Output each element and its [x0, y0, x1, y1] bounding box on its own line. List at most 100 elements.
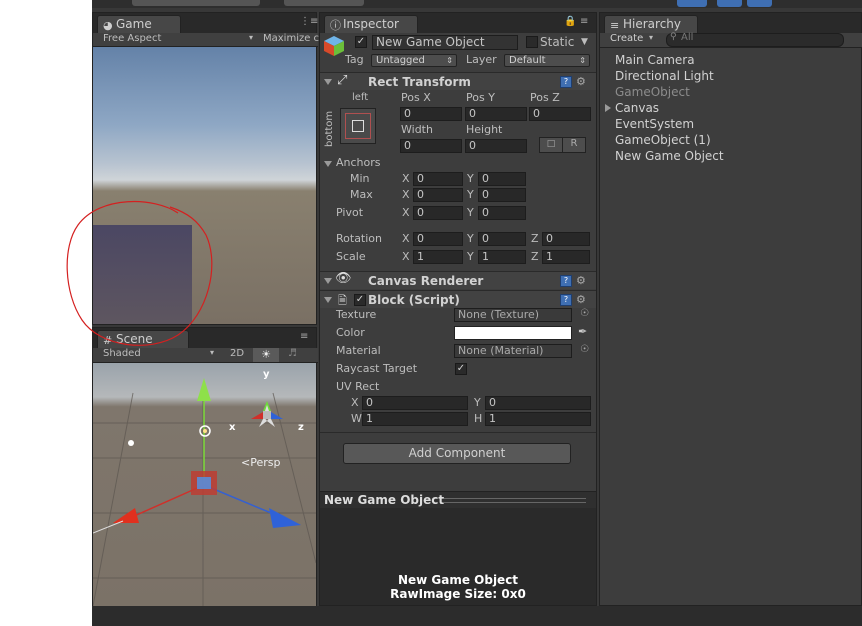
add-component-button[interactable]: Add Component [343, 443, 571, 464]
create-dropdown[interactable]: Create [610, 32, 643, 46]
hierarchy-item-gameobject-1[interactable]: GameObject (1) [615, 133, 711, 147]
anchor-preset-button[interactable] [340, 108, 376, 144]
uv-w-label: W [351, 412, 362, 425]
toggle-2d-button[interactable]: 2D [230, 347, 244, 361]
anchor-max-y-field[interactable]: 0 [478, 188, 526, 202]
active-checkbox[interactable]: ✓ [355, 36, 367, 48]
hierarchy-search-input[interactable]: ⚲ All [666, 32, 844, 47]
layer-label: Layer [466, 53, 497, 66]
eyedropper-icon[interactable]: ✒ [578, 325, 587, 338]
object-picker-icon[interactable]: ☉ [580, 308, 589, 319]
panel-menu-icon[interactable]: ≡ [300, 332, 312, 344]
texture-field[interactable]: None (Texture) [454, 308, 572, 322]
rotation-x-field[interactable]: 0 [413, 232, 463, 246]
static-checkbox[interactable] [526, 36, 538, 48]
scene-axis-y-label: y [263, 369, 270, 380]
uv-y-field[interactable]: 0 [485, 396, 591, 410]
foldout-arrow-icon[interactable] [324, 278, 332, 284]
object-picker-icon[interactable]: ☉ [580, 344, 589, 355]
static-dropdown-arrow-icon[interactable]: ▼ [581, 35, 588, 49]
rotation-y-field[interactable]: 0 [478, 232, 526, 246]
anchor-min-x-field[interactable]: 0 [413, 172, 463, 186]
scale-z-field[interactable]: 1 [542, 250, 590, 264]
color-swatch[interactable] [454, 326, 572, 340]
aspect-dropdown[interactable]: Free Aspect [103, 32, 161, 46]
help-icon[interactable]: ? [560, 76, 572, 88]
preview-drag-handle[interactable] [444, 498, 586, 503]
pos-x-label: Pos X [401, 91, 431, 104]
gear-icon[interactable]: ⚙ [576, 76, 586, 87]
panel-menu-icon[interactable]: ⋮≡ [300, 17, 318, 29]
preview-header[interactable]: New Game Object [320, 491, 596, 508]
lighting-toggle-icon[interactable]: ☀ [253, 348, 279, 362]
script-enabled-checkbox[interactable]: ✓ [354, 294, 366, 306]
toolbar-center-buttons[interactable] [284, 0, 364, 6]
height-field[interactable]: 0 [465, 139, 527, 153]
hierarchy-item-main-camera[interactable]: Main Camera [615, 53, 695, 67]
y-label: Y [467, 172, 474, 185]
rect-transform-header[interactable]: ⤢ Rect Transform ? ⚙ [320, 72, 596, 90]
perspective-toggle[interactable]: <Persp [241, 456, 280, 470]
help-icon[interactable]: ? [560, 294, 572, 306]
pos-y-field[interactable]: 0 [465, 107, 527, 121]
width-field[interactable]: 0 [400, 139, 462, 153]
block-script-header[interactable]: 🗎 ✓ Block (Script) ? ⚙ [320, 290, 596, 308]
uv-x-field[interactable]: 0 [362, 396, 468, 410]
top-toolbar [92, 0, 862, 8]
material-label: Material [336, 344, 381, 357]
anchor-max-x-field[interactable]: 0 [413, 188, 463, 202]
hierarchy-item-eventsystem[interactable]: EventSystem [615, 117, 694, 131]
pivot-y-field[interactable]: 0 [478, 206, 526, 220]
material-field[interactable]: None (Material) [454, 344, 572, 358]
pos-x-field[interactable]: 0 [400, 107, 462, 121]
raw-edit-button[interactable]: R [562, 137, 586, 153]
step-button[interactable] [747, 0, 772, 7]
pos-z-field[interactable]: 0 [529, 107, 591, 121]
canvas-renderer-header[interactable]: 👁 Canvas Renderer ? ⚙ [320, 271, 596, 289]
lock-icon[interactable]: 🔒 [564, 17, 576, 29]
game-controlbar: Free Aspect ▾ Maximize c [93, 31, 319, 47]
anchor-min-y-field[interactable]: 0 [478, 172, 526, 186]
play-button[interactable] [677, 0, 707, 7]
scale-x-field[interactable]: 1 [413, 250, 463, 264]
uv-w-field[interactable]: 1 [362, 412, 468, 426]
pivot-x-field[interactable]: 0 [413, 206, 463, 220]
tab-inspector[interactable]: ⓘ Inspector [324, 15, 418, 33]
hierarchy-item-canvas[interactable]: Canvas [615, 101, 659, 115]
hierarchy-item-gameobject[interactable]: GameObject [615, 85, 690, 99]
tag-dropdown[interactable]: Untagged ⇕ [371, 54, 457, 67]
foldout-arrow-icon[interactable] [324, 297, 332, 303]
foldout-arrow-icon[interactable] [324, 79, 332, 85]
x-label: X [402, 250, 410, 263]
layer-dropdown[interactable]: Default ⇕ [504, 54, 590, 67]
object-header: ✓ New Game Object Static ▼ Tag Untagged ⇕… [320, 33, 596, 69]
scene-axis-z-label: z [298, 422, 304, 433]
pause-button[interactable] [717, 0, 742, 7]
create-dropdown-arrow-icon[interactable]: ▾ [649, 31, 653, 45]
blueprint-mode-button[interactable]: □ [539, 137, 563, 153]
gear-icon[interactable]: ⚙ [576, 275, 586, 286]
panel-menu-icon[interactable]: ≡ [580, 17, 592, 29]
maximize-on-play-button[interactable]: Maximize c [263, 32, 319, 46]
layer-value: Default [509, 55, 546, 66]
rotation-z-field[interactable]: 0 [542, 232, 590, 246]
help-icon[interactable]: ? [560, 275, 572, 287]
scene-viewport[interactable]: y x z <Persp [93, 363, 316, 606]
hierarchy-item-directional-light[interactable]: Directional Light [615, 69, 714, 83]
x-label: X [402, 206, 410, 219]
tag-value: Untagged [376, 55, 425, 66]
canvas-expand-arrow-icon[interactable] [605, 104, 611, 112]
raycast-target-checkbox[interactable]: ✓ [455, 363, 467, 375]
hierarchy-item-new-game-object[interactable]: New Game Object [615, 149, 724, 163]
toolbar-tool-buttons[interactable] [132, 0, 260, 6]
scale-y-field[interactable]: 1 [478, 250, 526, 264]
gear-icon[interactable]: ⚙ [576, 294, 586, 305]
texture-label: Texture [336, 308, 377, 321]
aspect-dropdown-arrow-icon[interactable]: ▾ [249, 31, 253, 45]
object-name-field[interactable]: New Game Object [372, 35, 518, 50]
pos-z-label: Pos Z [530, 91, 560, 104]
anchors-foldout-icon[interactable] [324, 161, 332, 167]
tab-game[interactable]: ◕ Game [97, 15, 181, 33]
audio-toggle-icon[interactable]: ♬ [288, 347, 297, 361]
uv-h-field[interactable]: 1 [485, 412, 591, 426]
